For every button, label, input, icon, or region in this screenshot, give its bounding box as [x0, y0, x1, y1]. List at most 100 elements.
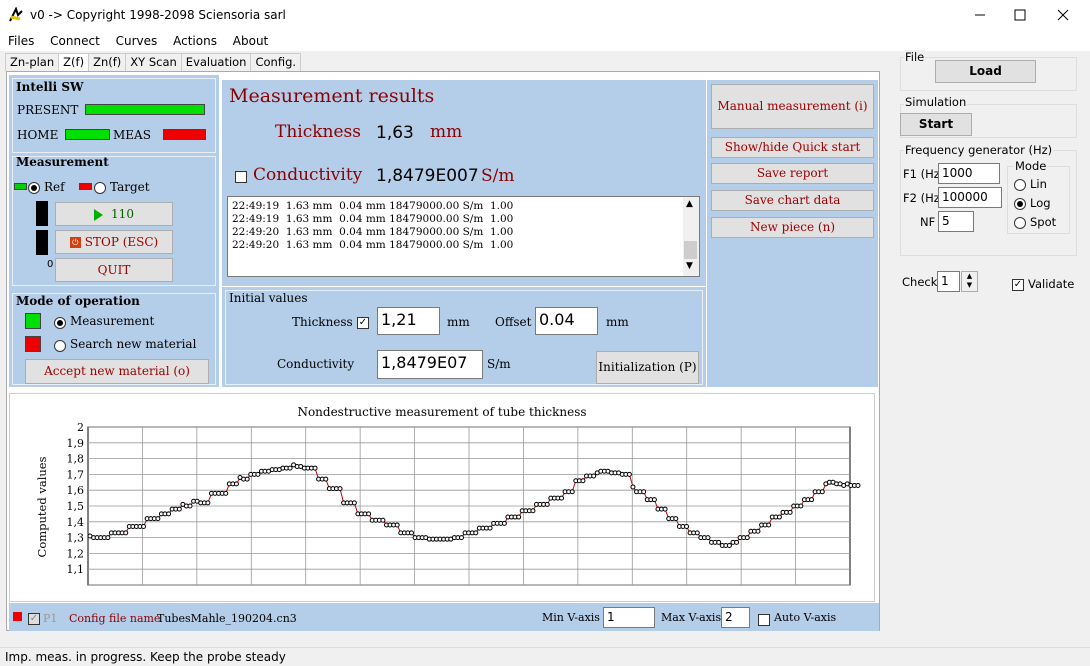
data-point [755, 528, 761, 534]
minimize-icon[interactable] [960, 0, 1000, 31]
tab-config[interactable]: Config. [250, 53, 302, 71]
menu-about[interactable]: About [233, 31, 268, 51]
tab-z-f[interactable]: Z(f) [58, 53, 90, 73]
frequency-title: Frequency generator (Hz) [904, 143, 1054, 157]
stop-button[interactable]: ⏻ STOP (ESC) [55, 230, 173, 254]
spin-up-icon[interactable]: ▲ [962, 272, 977, 281]
data-point [705, 535, 711, 541]
lin-label: Lin [1030, 177, 1047, 191]
save-report-button[interactable]: Save report [711, 163, 874, 184]
accept-button[interactable]: Accept new material (o) [25, 359, 209, 384]
f1-input[interactable]: 1000 [938, 163, 1000, 184]
load-button[interactable]: Load [935, 60, 1036, 83]
mode-title: Mode of operation [16, 294, 140, 308]
data-point [559, 495, 565, 501]
spot-radio[interactable] [1014, 215, 1026, 229]
validate-label: Validate [1028, 277, 1075, 291]
series-color-box [13, 612, 22, 621]
meas-indicator [163, 129, 206, 140]
data-point [155, 516, 161, 522]
tab-xy-scan[interactable]: XY Scan [125, 53, 182, 71]
init-conductivity-input[interactable]: 1,8479E07 [377, 350, 483, 379]
conductivity-unit: S/m [481, 166, 515, 186]
log-textarea[interactable]: 22:49:19 1.63 mm 0.04 mm 18479000.00 S/m… [227, 196, 700, 277]
tab-zn-f[interactable]: Zn(f) [88, 53, 127, 71]
validate-checkbox[interactable]: ✓ [1012, 277, 1024, 291]
target-radio[interactable] [94, 180, 106, 194]
spin-down-icon[interactable]: ▼ [962, 281, 977, 290]
simulation-title: Simulation [904, 95, 968, 109]
data-point [516, 514, 522, 520]
manual-measurement-button[interactable]: Manual measurement (i) [711, 84, 874, 129]
tab-zn-plan[interactable]: Zn-plan [5, 53, 60, 71]
data-point [187, 503, 193, 509]
menu-curves[interactable]: Curves [116, 31, 158, 51]
check-input[interactable]: 1 [937, 271, 960, 292]
y-tick-label: 1,8 [67, 453, 85, 466]
results-title: Measurement results [229, 85, 435, 107]
log-radio[interactable] [1014, 196, 1026, 210]
data-point [544, 501, 550, 507]
init-thickness-checkbox[interactable]: ✓ [357, 315, 369, 329]
offset-input[interactable]: 0.04 [535, 307, 598, 335]
ref-color [14, 183, 27, 190]
tab-evaluation[interactable]: Evaluation [180, 53, 252, 71]
window-title: v0 -> Copyright 1998-2098 Sciensoria sar… [30, 8, 286, 22]
log-scrollbar[interactable]: ▲ ▼ [683, 197, 699, 276]
thickness-label: Thickness [275, 122, 362, 142]
min-v-axis-input[interactable]: 1 [603, 607, 655, 628]
data-point [662, 506, 668, 512]
y-tick-label: 2 [77, 421, 84, 434]
menu-connect[interactable]: Connect [50, 31, 100, 51]
lin-radio[interactable] [1014, 177, 1026, 191]
data-point [394, 522, 400, 528]
quit-button[interactable]: QUIT [55, 258, 173, 282]
log-line: 22:49:19 1.63 mm 0.04 mm 18479000.00 S/m… [232, 213, 514, 225]
initial-title: Initial values [229, 291, 308, 305]
auto-v-axis-checkbox[interactable] [758, 612, 770, 626]
log-line: 22:49:19 1.63 mm 0.04 mm 18479000.00 S/m… [232, 200, 514, 212]
scroll-up-icon[interactable]: ▲ [686, 199, 693, 209]
play-button[interactable]: 110 [55, 202, 173, 226]
search-radio[interactable] [54, 338, 66, 352]
start-button[interactable]: Start [900, 113, 972, 136]
nf-input[interactable]: 5 [938, 211, 974, 232]
min-v-axis-label: Min V-axis [542, 611, 600, 624]
data-point [205, 500, 211, 506]
offset-label: Offset [495, 315, 532, 329]
offset-unit: mm [606, 315, 629, 329]
tab-strip: Zn-plan Z(f) Zn(f) XY Scan Evaluation Config. [5, 53, 302, 73]
data-point [626, 471, 632, 477]
intelli-title: Intelli SW [16, 80, 84, 94]
menu-files[interactable]: Files [8, 31, 34, 51]
check-spinner[interactable]: ▲ ▼ [961, 271, 978, 292]
chart-title: Nondestructive measurement of tube thick… [297, 405, 586, 419]
chart-y-label: Computed values [35, 456, 49, 557]
scroll-down-icon[interactable]: ▼ [686, 261, 693, 271]
data-point [694, 530, 700, 536]
scroll-thumb[interactable] [684, 241, 697, 259]
data-point [798, 503, 804, 509]
log-line: 22:49:20 1.63 mm 0.04 mm 18479000.00 S/m… [232, 239, 514, 251]
init-thickness-input[interactable]: 1,21 [377, 307, 440, 335]
series-check[interactable]: ✓ [28, 611, 40, 625]
ref-radio[interactable] [28, 180, 40, 194]
log-label: Log [1030, 196, 1051, 210]
measurement-radio[interactable] [54, 315, 66, 329]
f2-input[interactable]: 100000 [938, 187, 1002, 208]
close-icon[interactable] [1043, 0, 1083, 31]
data-point [787, 509, 793, 515]
data-point [123, 530, 129, 536]
menu-actions[interactable]: Actions [173, 31, 217, 51]
maximize-icon[interactable] [1000, 0, 1040, 31]
auto-v-axis-label: Auto V-axis [774, 611, 837, 624]
y-tick-label: 1,3 [67, 532, 85, 545]
quickstart-button[interactable]: Show/hide Quick start [711, 137, 874, 158]
initialization-button[interactable]: Initialization (P) [596, 351, 699, 384]
conductivity-checkbox[interactable] [235, 169, 247, 183]
level-bar-2 [36, 230, 48, 255]
new-piece-button[interactable]: New piece (n) [711, 217, 874, 238]
save-chart-data-button[interactable]: Save chart data [711, 190, 874, 211]
data-point [766, 522, 772, 528]
max-v-axis-input[interactable]: 2 [721, 607, 750, 628]
